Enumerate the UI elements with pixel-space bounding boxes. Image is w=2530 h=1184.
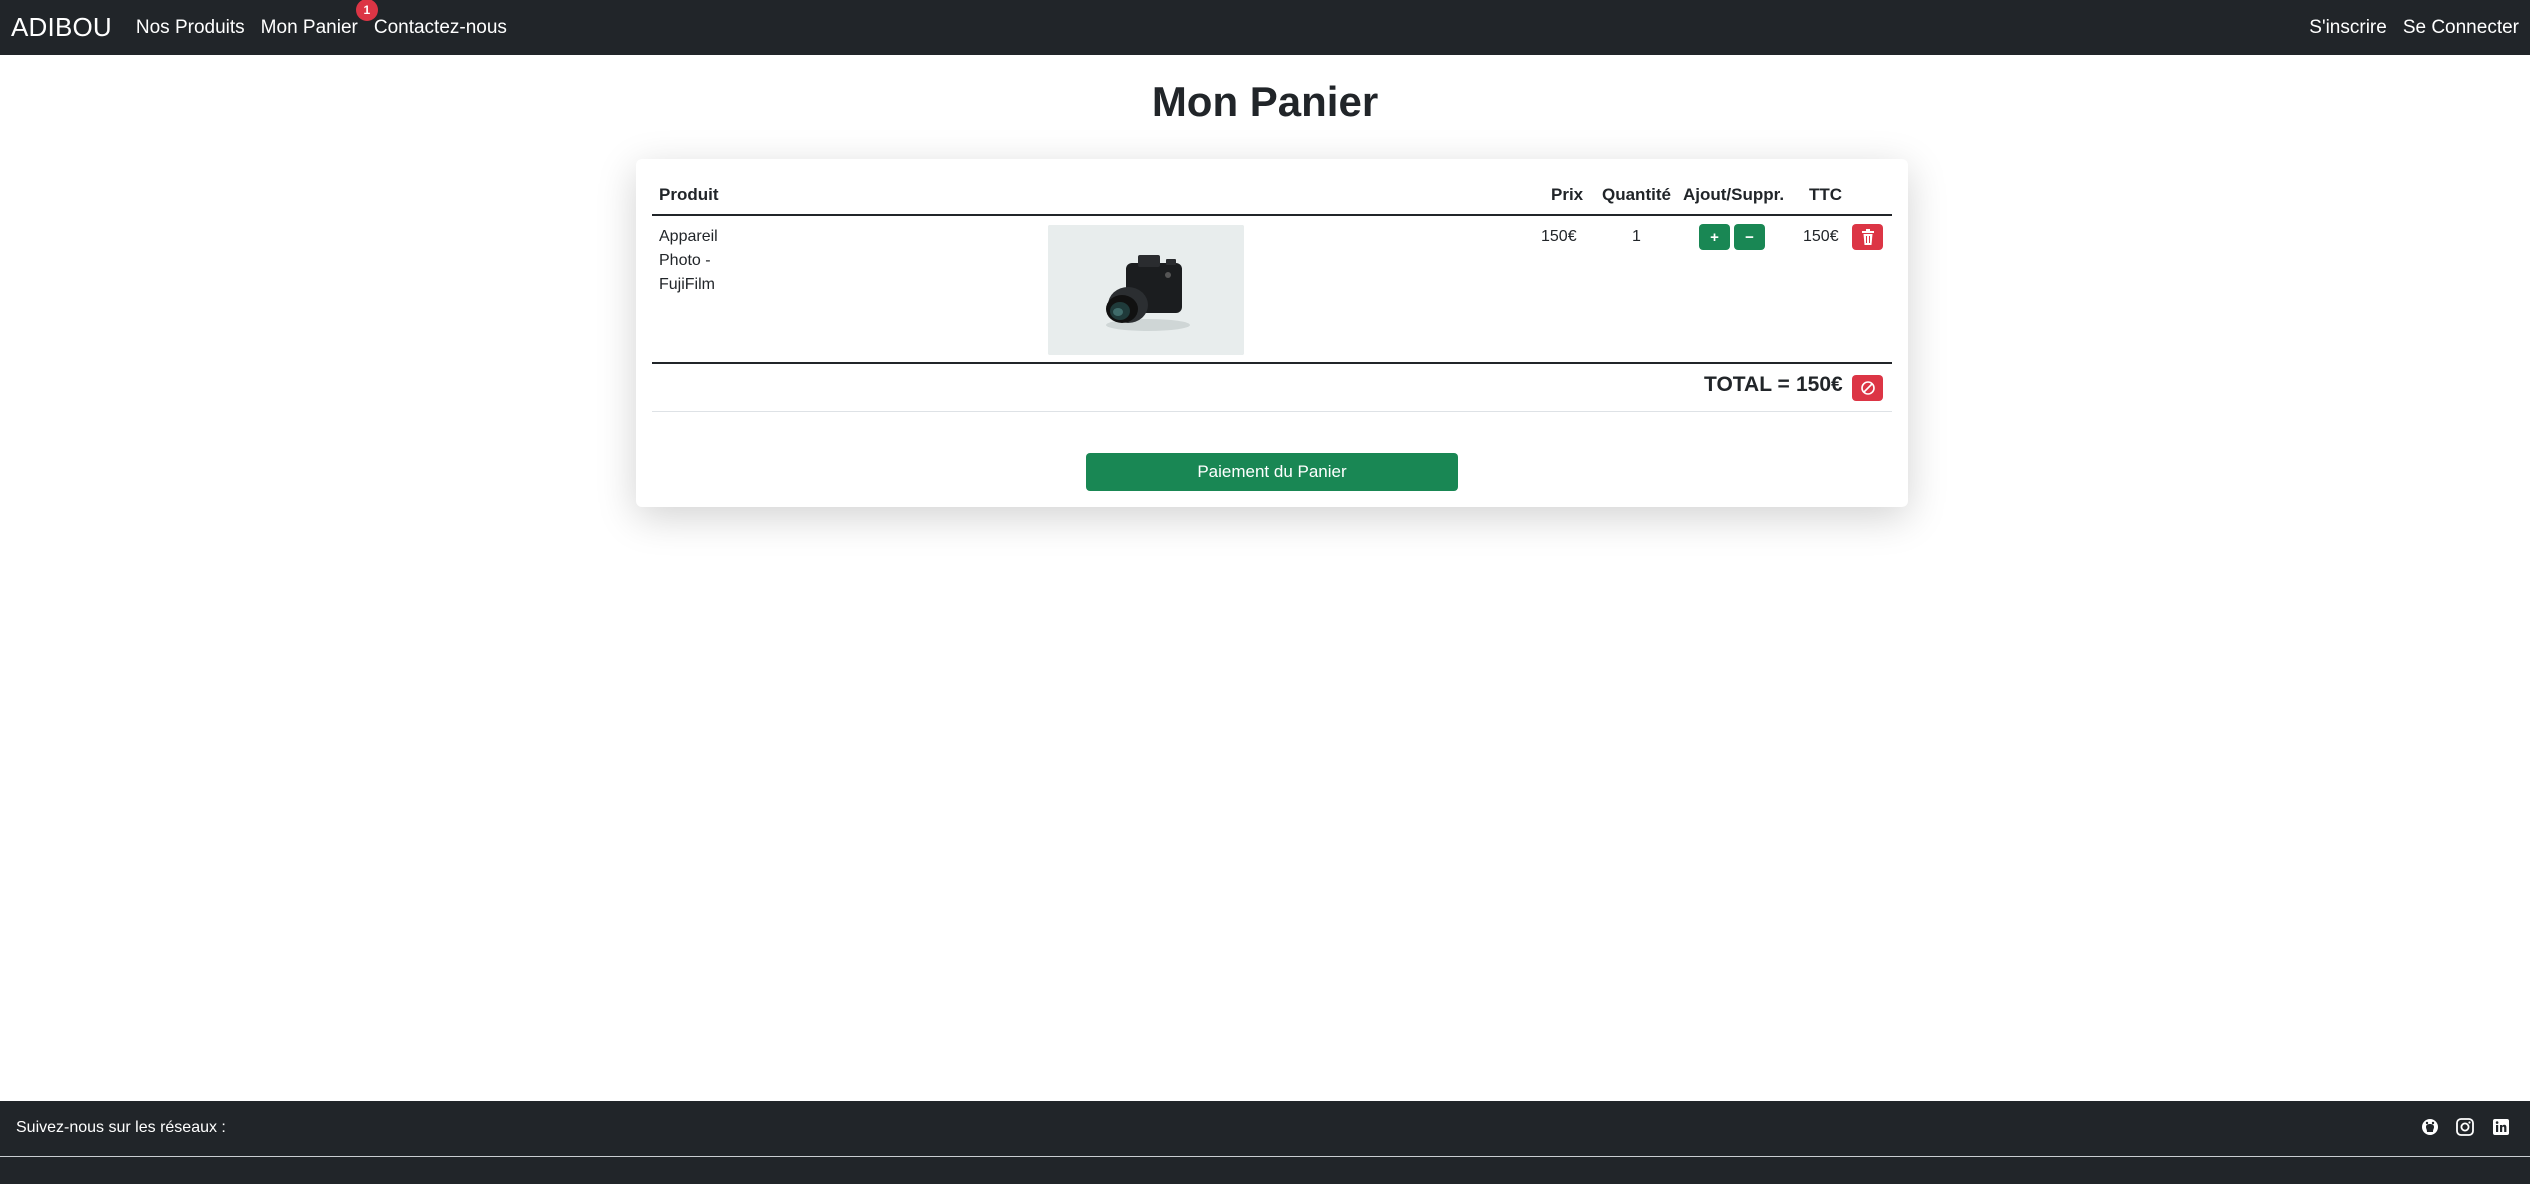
footer: Suivez-nous sur les réseaux : — [0, 1101, 2530, 1184]
nav-link-cart-label: Mon Panier — [260, 16, 358, 38]
cancel-icon — [1860, 381, 1875, 395]
total-value: 150€ — [1796, 373, 1843, 396]
header-price: Prix — [1551, 185, 1584, 204]
header-quantity: Quantité — [1602, 185, 1671, 204]
product-image — [1048, 225, 1244, 355]
nav-link-products[interactable]: Nos Produits — [136, 17, 245, 39]
header-product: Produit — [659, 185, 719, 204]
total-divider — [652, 362, 1892, 364]
nav-link-cart[interactable]: Mon Panier 1 — [260, 0, 378, 39]
checkout-button[interactable]: Paiement du Panier — [1086, 453, 1458, 491]
delete-item-button[interactable] — [1852, 224, 1883, 250]
product-name: Appareil Photo - FujiFilm — [659, 228, 718, 293]
instagram-icon[interactable] — [2455, 1117, 2475, 1137]
product-price: 150€ — [1541, 228, 1577, 245]
decrease-quantity-button[interactable]: − — [1734, 224, 1765, 250]
product-quantity: 1 — [1632, 228, 1641, 245]
header-add-remove: Ajout/Suppr. — [1683, 185, 1785, 204]
total-label: TOTAL = — [1704, 373, 1790, 396]
linkedin-icon[interactable] — [2491, 1117, 2511, 1137]
table-bottom-divider — [652, 411, 1892, 412]
github-icon[interactable] — [2420, 1117, 2440, 1137]
cart-card: Produit Prix Quantité Ajout/Suppr. TTC A… — [636, 159, 1908, 507]
clear-cart-button[interactable] — [1852, 375, 1883, 401]
nav-link-login[interactable]: Se Connecter — [2403, 17, 2519, 39]
header-divider — [652, 214, 1892, 216]
nav-link-contact[interactable]: Contactez-nous — [374, 17, 507, 39]
nav-link-register[interactable]: S'inscrire — [2309, 17, 2387, 39]
top-navbar: ADIBOU Nos Produits Mon Panier 1 Contact… — [0, 0, 2530, 55]
trash-icon — [1861, 229, 1874, 245]
brand-logo[interactable]: ADIBOU — [11, 12, 112, 43]
nav-right-group: S'inscrire Se Connecter — [2293, 17, 2519, 39]
product-ttc: 150€ — [1803, 228, 1839, 245]
page-title: Mon Panier — [1151, 78, 1379, 125]
header-ttc: TTC — [1809, 185, 1843, 204]
camera-image — [1048, 225, 1244, 355]
footer-follow-text: Suivez-nous sur les réseaux : — [16, 1119, 226, 1136]
footer-divider — [0, 1156, 2530, 1157]
increase-quantity-button[interactable]: + — [1699, 224, 1730, 250]
